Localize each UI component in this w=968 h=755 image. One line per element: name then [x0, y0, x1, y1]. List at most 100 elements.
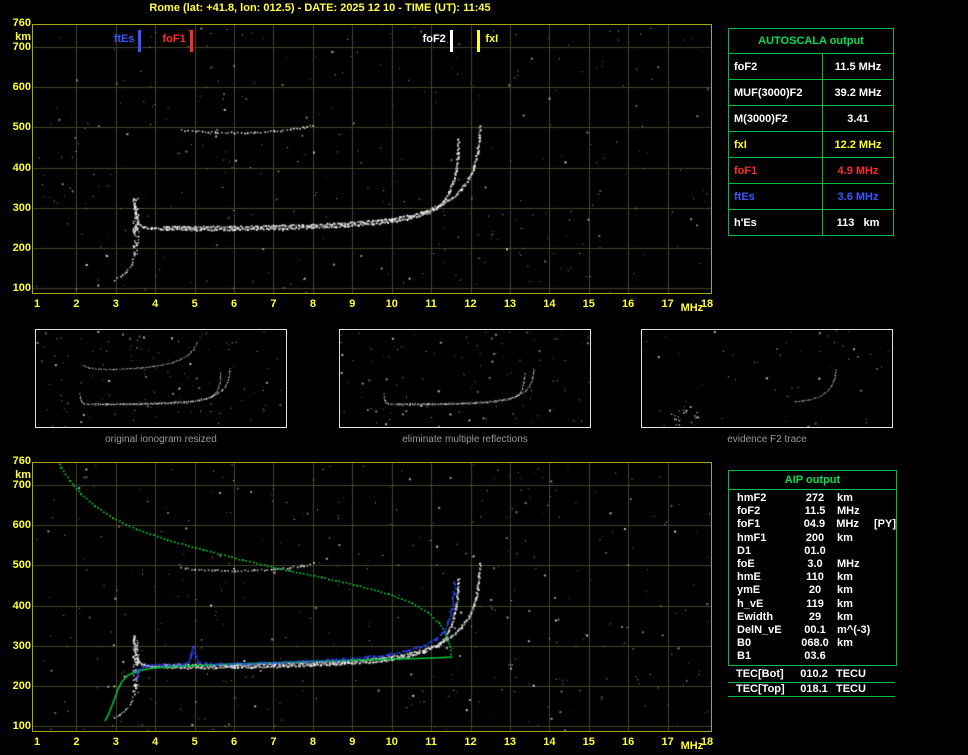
x-axis-unit-label: MHz [681, 740, 704, 752]
autoscala-row-label: foF2 [729, 54, 823, 80]
aip-row: DelN_vE00.1m^(-3) [729, 624, 896, 637]
aip-param-unit: km [837, 637, 875, 650]
aip-param-unit: m^(-3) [837, 624, 875, 637]
aip-param-name: ymE [737, 584, 793, 597]
y-axis-tick: 300 [4, 640, 31, 652]
autoscala-row-value: 113 km [823, 210, 894, 236]
x-axis-tick: 6 [223, 736, 245, 748]
aip-param-name: h_vE [737, 598, 793, 611]
aip-param-unit: km [837, 584, 875, 597]
aip-row: D101.0 [729, 545, 896, 558]
aip-param-unit: TECU [836, 668, 874, 682]
aip-param-value: 272 [793, 492, 837, 505]
aip-param-name: B1 [737, 650, 793, 663]
y-axis-tick: 300 [4, 202, 31, 214]
aip-param-note [875, 611, 896, 624]
x-axis-tick: 12 [460, 298, 482, 310]
autoscala-row-label: foF1 [729, 158, 823, 184]
aip-param-name: foE [737, 558, 793, 571]
x-axis-tick: 3 [105, 298, 127, 310]
x-axis-tick: 17 [657, 298, 679, 310]
aip-param-name: TEC[Top] [736, 683, 792, 697]
aip-param-name: Ewidth [737, 611, 793, 624]
aip-row: foE3.0MHz [729, 558, 896, 571]
aip-param-note [875, 598, 896, 611]
aip-row: hmF1200km [729, 532, 896, 545]
aip-param-name: hmF1 [737, 532, 793, 545]
autoscala-row: M(3000)F23.41 [729, 106, 894, 132]
ionogram-plot-top [32, 24, 712, 294]
y-axis-tick: 200 [4, 242, 31, 254]
x-axis-tick: 8 [302, 298, 324, 310]
autoscala-row-label: MUF(3000)F2 [729, 80, 823, 106]
aip-param-value: 20 [793, 584, 837, 597]
x-axis-tick: 3 [105, 736, 127, 748]
x-axis-tick: 9 [341, 298, 363, 310]
x-axis-tick: 15 [578, 736, 600, 748]
aip-param-value: 00.1 [793, 624, 837, 637]
y-axis-top-tick: 760 [4, 455, 31, 467]
aip-row: B0068.0km [729, 637, 896, 650]
thumb-caption-evidence: evidence F2 trace [641, 434, 893, 445]
aip-param-name: B0 [737, 637, 793, 650]
legend-marker-line-fxi [477, 30, 480, 52]
x-axis-tick: 1 [26, 298, 48, 310]
aip-param-value: 29 [793, 611, 837, 624]
aip-param-value: 010.2 [792, 668, 836, 682]
aip-param-unit: MHz [837, 558, 875, 571]
autoscala-row-label: fxI [729, 132, 823, 158]
aip-param-value: 3.0 [793, 558, 837, 571]
aip-param-note [875, 492, 896, 505]
aip-row: foF211.5MHz [729, 505, 896, 518]
x-axis-tick: 4 [144, 736, 166, 748]
legend-marker-line-fof2 [450, 30, 453, 52]
profile-canvas-bottom [33, 463, 711, 731]
x-axis-tick: 1 [26, 736, 48, 748]
y-axis-tick: 100 [4, 282, 31, 294]
thumb-eliminate-canvas [340, 330, 590, 427]
autoscala-row-value: 3.41 [823, 106, 894, 132]
y-axis-unit-label: km [4, 469, 31, 481]
y-axis-tick: 200 [4, 680, 31, 692]
aip-param-name: TEC[Bot] [736, 668, 792, 682]
aip-param-value: 068.0 [793, 637, 837, 650]
legend-label-fof1: foF1 [140, 33, 186, 45]
aip-param-note [875, 571, 896, 584]
autoscala-row: h'Es113 km [729, 210, 894, 236]
aip-param-unit: MHz [836, 518, 874, 531]
aip-param-note [875, 624, 896, 637]
autoscala-row-label: h'Es [729, 210, 823, 236]
aip-row: hmF2272km [729, 492, 896, 505]
x-axis-tick: 13 [499, 736, 521, 748]
aip-param-note [875, 505, 896, 518]
x-axis-tick: 15 [578, 298, 600, 310]
aip-param-name: hmF2 [737, 492, 793, 505]
x-axis-tick: 11 [420, 736, 442, 748]
autoscala-row: ftEs3.6 MHz [729, 184, 894, 210]
page-title: Rome (lat: +41.8, lon: 012.5) - DATE: 20… [0, 2, 640, 14]
aip-param-unit: km [837, 492, 875, 505]
thumb-caption-original: original ionogram resized [35, 434, 287, 445]
aip-param-unit [837, 650, 875, 663]
x-axis-tick: 8 [302, 736, 324, 748]
aip-param-value: 119 [793, 598, 837, 611]
legend-label-fxi: fxI [485, 33, 531, 45]
aip-param-value: 200 [793, 532, 837, 545]
thumb-evidence-canvas [642, 330, 892, 427]
y-axis-top-tick: 760 [4, 17, 31, 29]
thumb-evidence-f2 [641, 329, 893, 428]
aip-param-name: hmE [737, 571, 793, 584]
thumb-original-ionogram [35, 329, 287, 428]
x-axis-tick: 7 [262, 736, 284, 748]
aip-param-note [875, 532, 896, 545]
aip-output-table: AIP output hmF2272kmfoF211.5MHzfoF104.9M… [728, 470, 897, 666]
aip-param-note [875, 584, 896, 597]
y-axis-tick: 600 [4, 81, 31, 93]
autoscala-row: MUF(3000)F239.2 MHz [729, 80, 894, 106]
x-axis-tick: 17 [657, 736, 679, 748]
y-axis-tick: 500 [4, 121, 31, 133]
x-axis-tick: 9 [341, 736, 363, 748]
y-axis-unit-label: km [4, 31, 31, 43]
x-axis-unit-label: MHz [681, 302, 704, 314]
x-axis-tick: 10 [381, 298, 403, 310]
